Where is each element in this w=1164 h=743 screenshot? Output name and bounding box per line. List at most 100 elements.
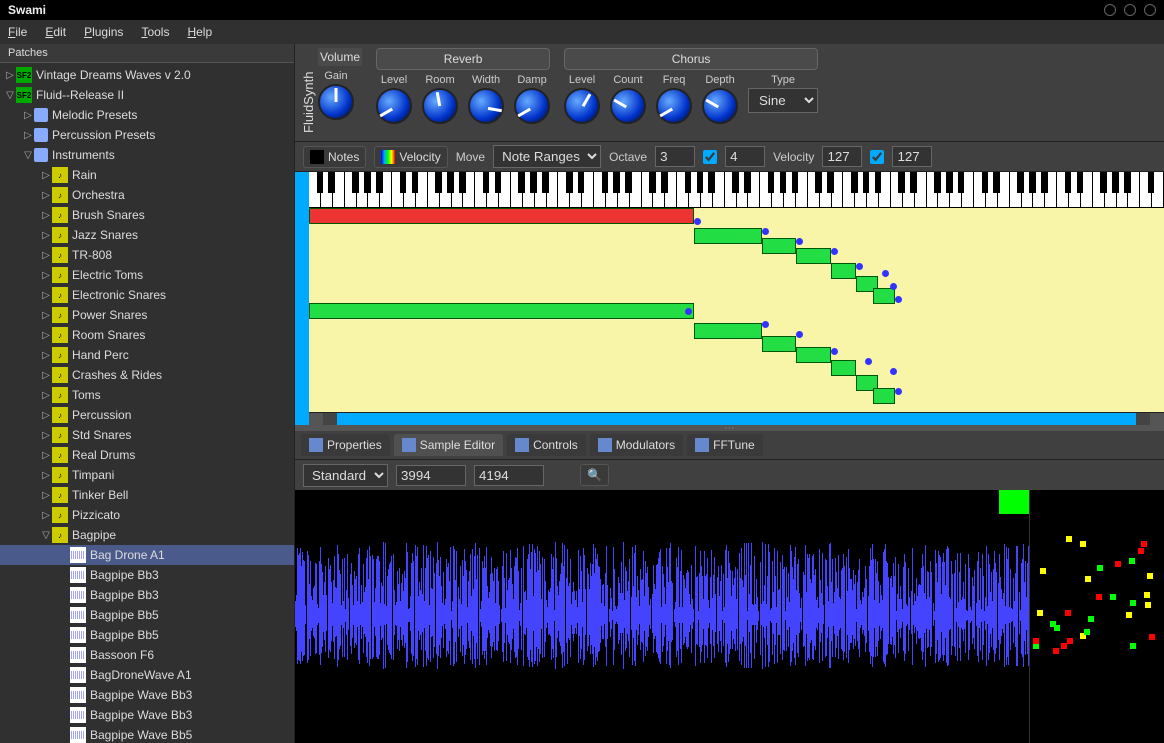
tree-item[interactable]: ▷ ♪ Toms [0, 385, 294, 405]
type-select[interactable]: Sine [748, 88, 818, 113]
tree-item[interactable]: ▷ Melodic Presets [0, 105, 294, 125]
tree-item[interactable]: Bagpipe Bb5 [0, 605, 294, 625]
black-key[interactable] [578, 172, 585, 193]
black-key[interactable] [958, 172, 965, 193]
count-knob[interactable] [610, 88, 646, 124]
tab-fftune[interactable]: FFTune [687, 434, 763, 456]
menu-help[interactable]: Help [187, 25, 212, 39]
note-range-bar[interactable] [694, 323, 762, 339]
close-button[interactable] [1144, 4, 1156, 16]
white-key[interactable] [843, 172, 855, 208]
tree-item[interactable]: ▷ Percussion Presets [0, 125, 294, 145]
freq-knob[interactable] [656, 88, 692, 124]
tab-properties[interactable]: Properties [301, 434, 390, 456]
black-key[interactable] [780, 172, 787, 193]
tree-item[interactable]: Bagpipe Bb3 [0, 585, 294, 605]
tree-item[interactable]: ▷ ♪ Crashes & Rides [0, 365, 294, 385]
expander-icon[interactable]: ▷ [40, 510, 52, 521]
tree-item[interactable]: ▷ ♪ Percussion [0, 405, 294, 425]
tree-item[interactable]: ▷ ♪ Rain [0, 165, 294, 185]
black-key[interactable] [744, 172, 751, 193]
tab-sample-editor[interactable]: Sample Editor [394, 434, 503, 456]
tree-item[interactable]: ▷ ♪ Hand Perc [0, 345, 294, 365]
expander-icon[interactable]: ▷ [40, 210, 52, 221]
black-key[interactable] [732, 172, 739, 193]
level-knob[interactable] [564, 88, 600, 124]
note-range-bar[interactable] [309, 208, 694, 224]
black-key[interactable] [910, 172, 917, 193]
find-button[interactable]: 🔍 [580, 464, 609, 486]
tree-item[interactable]: ▷ ♪ Real Drums [0, 445, 294, 465]
patches-tree[interactable]: ▷ SF2 Vintage Dreams Waves v 2.0 ▽ SF2 F… [0, 63, 294, 743]
expander-icon[interactable]: ▽ [22, 150, 34, 161]
note-range-bar[interactable] [694, 228, 762, 244]
tab-modulators[interactable]: Modulators [590, 434, 683, 456]
black-key[interactable] [317, 172, 324, 193]
expander-icon[interactable]: ▷ [40, 470, 52, 481]
root-note-dot[interactable] [865, 358, 872, 365]
tree-item[interactable]: ▽ Instruments [0, 145, 294, 165]
note-range-editor[interactable] [309, 208, 1164, 412]
root-note-dot[interactable] [882, 270, 889, 277]
octave-checkbox[interactable] [703, 150, 717, 164]
scroll-track[interactable] [337, 413, 1136, 425]
root-note-dot[interactable] [890, 283, 897, 290]
black-key[interactable] [661, 172, 668, 193]
loop-marker[interactable] [999, 490, 1029, 514]
black-key[interactable] [875, 172, 882, 193]
move-select[interactable]: Note Ranges [493, 145, 601, 168]
tab-controls[interactable]: Controls [507, 434, 586, 456]
expander-icon[interactable]: ▷ [40, 310, 52, 321]
black-key[interactable] [483, 172, 490, 193]
note-range-bar[interactable] [762, 336, 796, 352]
tree-item[interactable]: ▽ ♪ Bagpipe [0, 525, 294, 545]
expander-icon[interactable]: ▷ [40, 370, 52, 381]
black-key[interactable] [1077, 172, 1084, 193]
tree-item[interactable]: ▷ SF2 Vintage Dreams Waves v 2.0 [0, 65, 294, 85]
white-key[interactable] [808, 172, 820, 208]
root-note-dot[interactable] [895, 388, 902, 395]
black-key[interactable] [412, 172, 419, 193]
damp-knob[interactable] [514, 88, 550, 124]
level-knob[interactable] [376, 88, 412, 124]
white-key[interactable] [1140, 172, 1152, 208]
tree-item[interactable]: Bagpipe Bb3 [0, 565, 294, 585]
white-key[interactable] [1010, 172, 1022, 208]
chorus-button[interactable]: Chorus [564, 48, 818, 70]
black-key[interactable] [530, 172, 537, 193]
vertical-scrollbar[interactable] [295, 172, 309, 425]
white-key[interactable] [677, 172, 689, 208]
expander-icon[interactable]: ▽ [4, 90, 16, 101]
white-key[interactable] [927, 172, 939, 208]
black-key[interactable] [993, 172, 1000, 193]
black-key[interactable] [1100, 172, 1107, 193]
black-key[interactable] [708, 172, 715, 193]
white-key[interactable] [594, 172, 606, 208]
menu-tools[interactable]: Tools [141, 25, 169, 39]
root-note-dot[interactable] [895, 296, 902, 303]
note-range-bar[interactable] [873, 288, 894, 304]
black-key[interactable] [898, 172, 905, 193]
black-key[interactable] [495, 172, 502, 193]
minimize-button[interactable] [1104, 4, 1116, 16]
white-key[interactable] [891, 172, 903, 208]
expander-icon[interactable]: ▷ [40, 410, 52, 421]
tree-item[interactable]: ▽ SF2 Fluid--Release II [0, 85, 294, 105]
note-range-bar[interactable] [831, 263, 857, 279]
tree-item[interactable]: ▷ ♪ Tinker Bell [0, 485, 294, 505]
black-key[interactable] [863, 172, 870, 193]
white-key[interactable] [642, 172, 654, 208]
black-key[interactable] [352, 172, 359, 193]
black-key[interactable] [566, 172, 573, 193]
black-key[interactable] [792, 172, 799, 193]
white-key[interactable] [725, 172, 737, 208]
velocity-mode-button[interactable]: Velocity [374, 146, 447, 168]
black-key[interactable] [827, 172, 834, 193]
menu-file[interactable]: File [8, 25, 27, 39]
width-knob[interactable] [468, 88, 504, 124]
tree-item[interactable]: ▷ ♪ Pizzicato [0, 505, 294, 525]
root-note-dot[interactable] [796, 331, 803, 338]
tree-item[interactable]: BagDroneWave A1 [0, 665, 294, 685]
tree-item[interactable]: ▷ ♪ Electric Toms [0, 265, 294, 285]
note-range-bar[interactable] [873, 388, 894, 404]
